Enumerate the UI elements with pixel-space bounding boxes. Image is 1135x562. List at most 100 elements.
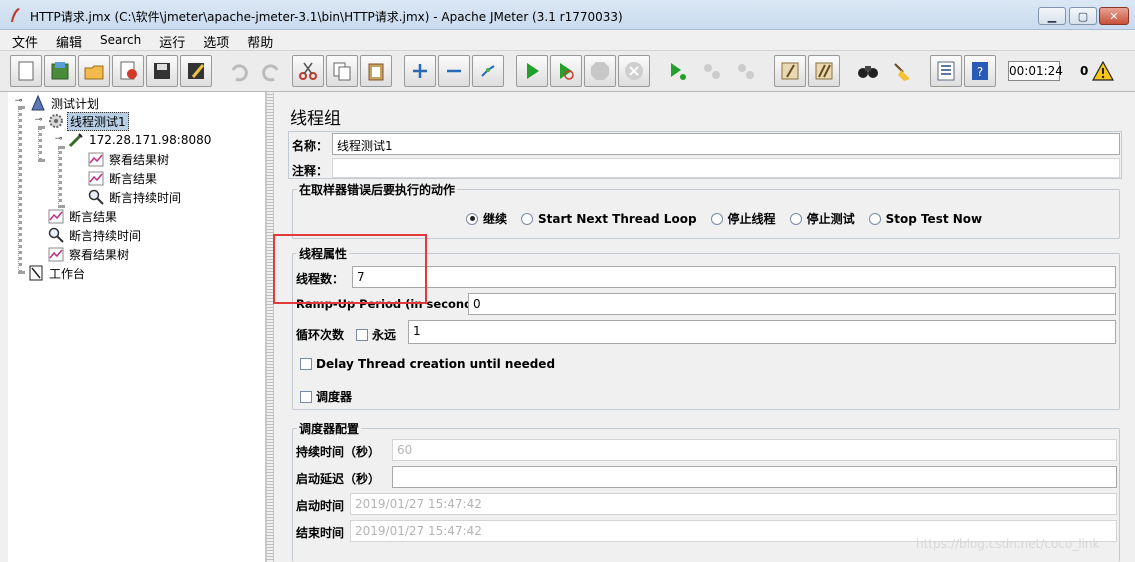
tree-line [58, 146, 62, 208]
name-field[interactable]: 线程测试1 [332, 133, 1120, 155]
menu-edit[interactable]: 编辑 [44, 30, 88, 51]
comment-label: 注释： [292, 164, 329, 178]
copy-icon [333, 62, 351, 81]
reset-search-button[interactable] [886, 55, 918, 87]
toggle-button[interactable] [472, 55, 504, 87]
listener-chart-icon [88, 151, 104, 167]
expand-all-button[interactable] [404, 55, 436, 87]
tree-node-test-plan[interactable]: 测试计划 [30, 94, 101, 112]
maximize-button[interactable]: ▢ [1069, 7, 1097, 25]
menu-help[interactable]: 帮助 [235, 30, 279, 51]
start-time-label: 启动时间 [296, 499, 345, 513]
help-button[interactable]: ? [964, 55, 996, 87]
clear-button[interactable] [774, 55, 806, 87]
startup-delay-field[interactable] [392, 466, 1117, 488]
listener-chart-icon [48, 246, 64, 262]
tree-node-assertion-results[interactable]: 断言结果 [88, 169, 159, 187]
duration-label: 持续时间（秒） [296, 445, 381, 459]
checkbox-icon [300, 358, 312, 370]
start-no-pauses-button[interactable] [550, 55, 582, 87]
stop-button[interactable] [584, 55, 616, 87]
toggle-http-sampler[interactable]: ⊸ [54, 135, 63, 145]
radio-stop-test[interactable]: 停止测试 [789, 210, 855, 227]
tree-node-workbench[interactable]: 工作台 [28, 264, 87, 282]
radio-label: 继续 [483, 212, 508, 226]
radio-continue[interactable]: 继续 [466, 210, 507, 227]
tree-node-http-sampler[interactable]: 172.28.171.98:8080 [68, 131, 213, 149]
remote-shutdown-icon [738, 64, 754, 79]
radio-stop-thread[interactable]: 停止线程 [710, 210, 776, 227]
maximize-icon: ▢ [1077, 9, 1089, 23]
search-button[interactable] [852, 55, 884, 87]
clear-all-button[interactable] [808, 55, 840, 87]
menu-run[interactable]: 运行 [147, 30, 191, 51]
thread-group-panel: 线程组 名称： 线程测试1 注释： 在取样器错误后要执行的动作 继续 Start… [273, 92, 1135, 562]
delay-thread-checkbox[interactable]: Delay Thread creation until needed [300, 357, 555, 371]
listener-chart-icon [48, 208, 64, 224]
paste-button[interactable] [360, 55, 392, 87]
start-button[interactable] [516, 55, 548, 87]
play-no-pause-icon [560, 63, 574, 80]
scheduler-label: 调度器 [316, 390, 353, 404]
scheduler-checkbox[interactable]: 调度器 [300, 388, 352, 405]
remote-stop-button[interactable] [696, 55, 728, 87]
radio-icon [521, 212, 534, 225]
save-button[interactable] [146, 55, 178, 87]
templates-button[interactable] [44, 55, 76, 87]
minimize-button[interactable]: ▁ [1038, 7, 1066, 25]
split-pane-divider[interactable] [266, 92, 274, 562]
start-time-field[interactable]: 2019/01/27 15:47:42 [350, 493, 1117, 515]
shutdown-button[interactable] [618, 55, 650, 87]
open-button[interactable] [78, 55, 110, 87]
save-disk-icon [154, 63, 170, 79]
warning-icon[interactable] [1092, 61, 1114, 81]
svg-text:?: ? [977, 65, 983, 79]
page-title: 线程组 [290, 109, 341, 129]
test-plan-tree[interactable]: ⊸ 测试计划 ⊸ 线程测试1 ⊸ 172.28.171.98:8080 察看结果… [8, 92, 266, 562]
save-as-button[interactable] [180, 55, 212, 87]
tree-node-label: 断言持续时间 [109, 190, 182, 205]
menu-file[interactable]: 文件 [0, 30, 44, 51]
toggle-thread-group[interactable]: ⊸ [34, 116, 43, 126]
stop-icon [591, 62, 609, 80]
tree-node-thread-group[interactable]: 线程测试1 [48, 111, 129, 131]
remote-shutdown-button[interactable] [730, 55, 762, 87]
remote-start-button[interactable] [662, 55, 694, 87]
collapse-all-button[interactable] [438, 55, 470, 87]
menu-search[interactable]: Search [88, 30, 147, 50]
help-book-icon: ? [972, 62, 988, 80]
copy-button[interactable] [326, 55, 358, 87]
cut-button[interactable] [292, 55, 324, 87]
redo-button[interactable] [256, 55, 288, 87]
new-button[interactable] [10, 55, 42, 87]
close-button[interactable]: ✕ [1099, 7, 1129, 25]
function-helper-button[interactable] [930, 55, 962, 87]
radio-stop-test-now[interactable]: Stop Test Now [868, 212, 982, 226]
binoculars-icon [858, 66, 878, 78]
tree-node-assertion-results-2[interactable]: 断言结果 [48, 207, 119, 225]
play-icon [527, 63, 539, 79]
new-file-icon [18, 61, 34, 81]
forever-checkbox[interactable]: 永远 [356, 326, 396, 343]
thread-count-field[interactable]: 7 [352, 266, 1116, 288]
tree-node-label: 断言持续时间 [69, 228, 142, 243]
watermark-text: https://blog.csdn.net/coco_link [916, 537, 1100, 551]
workbench-icon [28, 265, 44, 281]
close-file-button[interactable] [112, 55, 144, 87]
startup-delay-label: 启动延迟（秒） [296, 472, 381, 486]
undo-button[interactable] [222, 55, 254, 87]
close-file-icon [120, 61, 137, 80]
tree-node-view-results-tree-2[interactable]: 察看结果树 [48, 245, 131, 263]
tree-node-duration-assertion-2[interactable]: 断言持续时间 [48, 226, 143, 244]
loop-count-field[interactable]: 1 [408, 320, 1116, 344]
menu-options[interactable]: 选项 [191, 30, 235, 51]
comment-field[interactable] [332, 158, 1120, 178]
radio-start-next-thread-loop[interactable]: Start Next Thread Loop [521, 212, 697, 226]
rampup-field[interactable]: 0 [468, 293, 1116, 315]
duration-field[interactable]: 60 [392, 439, 1117, 461]
toggle-test-plan[interactable]: ⊸ [14, 97, 23, 107]
broom-clear-icon [781, 62, 799, 80]
redo-icon [262, 64, 279, 82]
tree-node-view-results-tree[interactable]: 察看结果树 [88, 150, 171, 168]
tree-node-duration-assertion[interactable]: 断言持续时间 [88, 188, 183, 206]
